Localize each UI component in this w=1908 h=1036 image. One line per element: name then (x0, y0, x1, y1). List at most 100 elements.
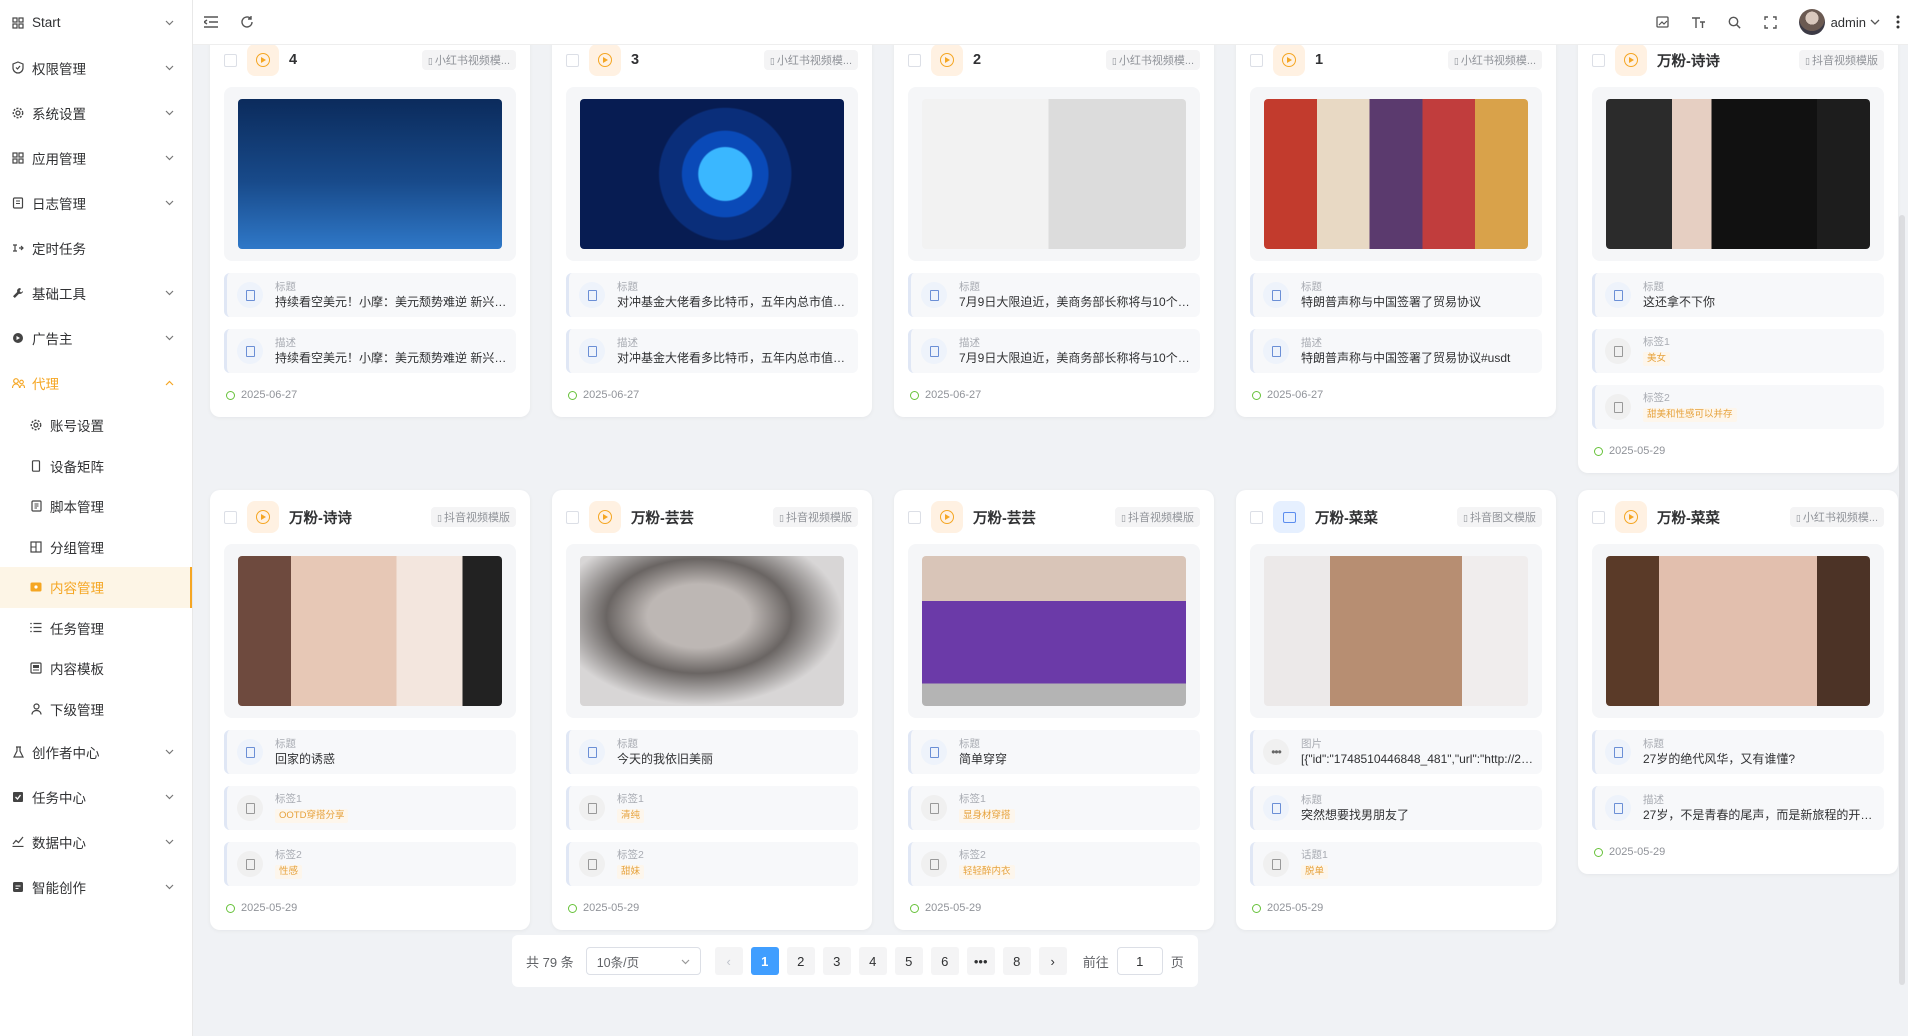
sidebar-item[interactable]: 日志管理 (0, 180, 192, 225)
field-label: 标题 (275, 280, 296, 293)
thumb-smile[interactable] (1606, 556, 1870, 706)
collapse-menu-icon[interactable] (193, 0, 229, 45)
more-vertical-icon[interactable] (1896, 15, 1900, 29)
refresh-icon[interactable] (229, 0, 265, 45)
thumb-purple[interactable] (922, 556, 1186, 706)
timer-icon (11, 241, 25, 255)
sidebar-item[interactable]: 定时任务 (0, 225, 192, 270)
sidebar-item[interactable]: 系统设置 (0, 90, 192, 135)
field-tag: 轻轻醉内衣 (959, 865, 1015, 879)
phone-icon (29, 459, 43, 473)
thumb-stock[interactable] (238, 99, 502, 249)
field-tag: OOTD穿搭分享 (275, 809, 349, 823)
page-button[interactable]: 8 (1002, 947, 1031, 975)
prev-page-button[interactable]: ‹ (714, 947, 743, 975)
sidebar-subitem[interactable]: 内容模板 (0, 648, 192, 689)
page-button[interactable]: 3 (822, 947, 851, 975)
page-button[interactable]: 4 (858, 947, 887, 975)
field-label: 标签1 (617, 793, 644, 805)
fullscreen-icon[interactable] (1753, 0, 1789, 45)
sidebar-item[interactable]: 智能创作 (0, 864, 192, 909)
page-button[interactable]: 2 (786, 947, 815, 975)
avatar[interactable] (1798, 9, 1825, 35)
chevron-down-icon[interactable] (1870, 19, 1880, 25)
field-label: 标签2 (275, 849, 302, 861)
card-checkbox[interactable] (1250, 53, 1263, 67)
card-checkbox[interactable] (1250, 510, 1263, 524)
card-checkbox[interactable] (224, 510, 237, 524)
task-icon (11, 790, 25, 804)
sidebar-subitem[interactable]: 内容管理 (0, 567, 192, 608)
content-card[interactable]: 3小红书视频模...标题对冲基金大佬看多比特币，五年内总市值将...描述对冲基金… (552, 45, 872, 417)
document-icon (1263, 282, 1289, 308)
field-value: 这还拿不下你 (1643, 294, 1716, 309)
sidebar-subitem[interactable]: 下级管理 (0, 689, 192, 730)
document-icon (921, 282, 947, 308)
thumbnail-frame (1250, 87, 1542, 261)
thumb-black[interactable] (1606, 99, 1870, 249)
more-pages-button[interactable]: ••• (966, 947, 995, 975)
content-card[interactable]: 万粉-菜菜 小红书视频模... 标题27岁的绝代风华，又有谁懂? 描述27岁，不是青春… (1578, 490, 1898, 874)
thumb-cartoon[interactable] (922, 99, 1186, 249)
page-button[interactable]: 6 (930, 947, 959, 975)
sidebar-item[interactable]: 创作者中心 (0, 729, 192, 774)
field-value: [{"id":"1748510446848_481","url":"http:/… (1301, 751, 1541, 766)
page-button[interactable]: 1 (750, 947, 779, 975)
page-button[interactable]: 5 (894, 947, 923, 975)
card-checkbox[interactable] (224, 53, 237, 67)
field-value: 7月9日大限迫近，美商务部长称将与10个主... (959, 350, 1200, 365)
content-card[interactable]: 万粉-芸芸 抖音视频模版标题今天的我依旧美丽标签1 清纯标签2 甜妹 2025-05-2… (552, 490, 872, 930)
field-value: 特朗普声称与中国签署了贸易协议 (1301, 294, 1482, 309)
thumb-bitcoin[interactable] (580, 99, 844, 249)
sidebar-item[interactable]: 广告主 (0, 315, 192, 360)
content-card[interactable]: 万粉-诗诗 抖音视频模版标题这还拿不下你标签1 美女标签2 甜美和性感可以并存 2025… (1578, 45, 1898, 473)
script-icon (29, 499, 43, 513)
chevron-down-icon (681, 954, 690, 968)
card-checkbox[interactable] (908, 53, 921, 67)
template-badge: 小红书视频模... (1789, 507, 1884, 527)
page-size-select[interactable]: 10条/页 (585, 947, 701, 975)
search-icon[interactable] (1717, 0, 1753, 45)
page-jumper: 前往 1 页 (1083, 947, 1184, 975)
field-label: 标题 (617, 737, 638, 750)
scrollbar[interactable] (1899, 215, 1905, 985)
content-card[interactable]: 万粉-诗诗 抖音视频模版标题回家的诱惑标签1 OOTD穿搭分享标签2 性感 2025-0… (210, 490, 530, 930)
sidebar-item[interactable]: 基础工具 (0, 270, 192, 315)
next-page-button[interactable]: › (1038, 947, 1067, 975)
sidebar-subitem[interactable]: 设备矩阵 (0, 446, 192, 487)
card-checkbox[interactable] (1592, 510, 1605, 524)
thumb-blur[interactable] (580, 556, 844, 706)
sidebar-item[interactable]: 代理 (0, 360, 192, 405)
chevron-down-icon (164, 108, 174, 118)
sidebar-item[interactable]: 任务中心 (0, 774, 192, 819)
image-edit-icon[interactable] (1645, 0, 1681, 45)
font-size-icon[interactable] (1681, 0, 1717, 45)
field-label: 描述 (959, 336, 980, 349)
sidebar-subitem[interactable]: 任务管理 (0, 608, 192, 649)
sidebar-item[interactable]: 权限管理 (0, 45, 192, 90)
card-checkbox[interactable] (566, 53, 579, 67)
log-icon (11, 196, 25, 210)
content-card[interactable]: 万粉-菜菜 抖音图文模版 ••• 图片[{"id":"1748510446848_48… (1236, 490, 1556, 930)
card-checkbox[interactable] (566, 510, 579, 524)
sidebar-subitem[interactable]: 账号设置 (0, 405, 192, 446)
user-name[interactable]: admin (1831, 15, 1866, 30)
card-checkbox[interactable] (1592, 53, 1605, 67)
sidebar-item[interactable]: Start (0, 0, 192, 45)
content-card[interactable]: 1小红书视频模...标题特朗普声称与中国签署了贸易协议描述特朗普声称与中国签署了… (1236, 45, 1556, 417)
sidebar-item-label: 智能创作 (32, 880, 86, 896)
sidebar-subitem[interactable]: 分组管理 (0, 527, 192, 568)
document-icon (237, 338, 263, 364)
sidebar-subitem[interactable]: 脚本管理 (0, 486, 192, 527)
content-card[interactable]: 万粉-芸芸 抖音视频模版标题简单穿穿标签1 显身材穿搭标签2 轻轻醉内衣 2025-05… (894, 490, 1214, 930)
goto-page-input[interactable]: 1 (1116, 947, 1163, 975)
thumb-news[interactable] (1264, 99, 1528, 249)
sidebar-item[interactable]: 应用管理 (0, 135, 192, 180)
thumb-glasses[interactable] (1264, 556, 1528, 706)
chevron-down-icon (164, 198, 174, 208)
content-card[interactable]: 4小红书视频模...标题持续看空美元！小摩：美元颓势难逆 新兴市...描述持续看… (210, 45, 530, 417)
sidebar-item[interactable]: 数据中心 (0, 819, 192, 864)
content-card[interactable]: 2小红书视频模...标题7月9日大限迫近，美商务部长称将与10个主...描述7月… (894, 45, 1214, 417)
thumb-skin[interactable] (238, 556, 502, 706)
card-checkbox[interactable] (908, 510, 921, 524)
